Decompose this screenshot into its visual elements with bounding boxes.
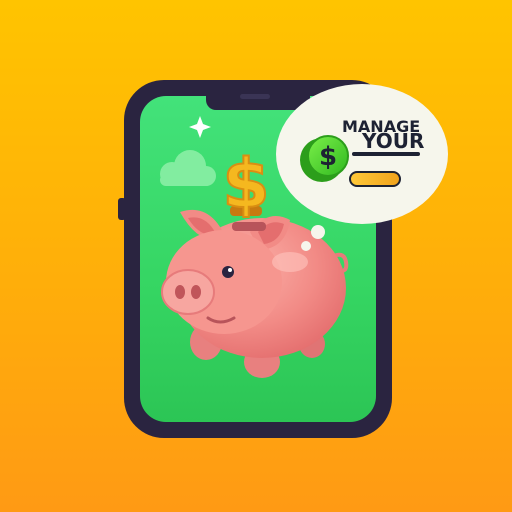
app-icon-artwork: $ $ MANAGE YOUR <box>118 80 448 438</box>
bubble-text-line2: YOUR <box>361 129 424 153</box>
bubble-progress-bar <box>349 171 401 187</box>
dollar-coin-icon: $ <box>221 144 270 225</box>
bubble-coin-symbol: $ <box>319 142 337 172</box>
dollar-symbol: $ <box>222 145 269 224</box>
